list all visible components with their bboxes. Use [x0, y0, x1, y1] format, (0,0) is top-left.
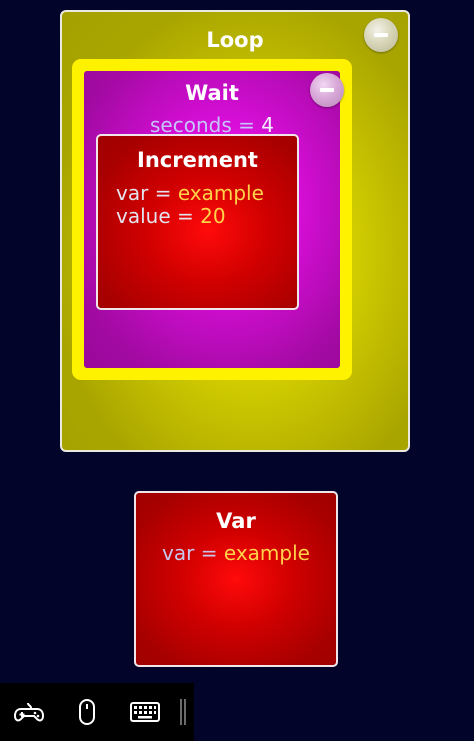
bottom-toolbar: [0, 683, 194, 741]
param-value: example: [177, 181, 264, 205]
wait-block[interactable]: Wait seconds = 4 Increment var = example…: [84, 71, 344, 368]
increment-block[interactable]: Increment var = example value = 20: [96, 134, 299, 310]
gamepad-icon[interactable]: [4, 683, 54, 741]
increment-param-var[interactable]: var = example: [116, 182, 264, 204]
param-value: 20: [200, 204, 226, 228]
var-param-var[interactable]: var = example: [136, 541, 336, 565]
minus-icon: [320, 88, 334, 92]
wait-selection-outline: Wait seconds = 4 Increment var = example…: [72, 59, 352, 380]
increment-title: Increment: [137, 148, 258, 172]
increment-param-value[interactable]: value = 20: [116, 205, 226, 227]
param-value: example: [223, 541, 310, 565]
param-equals: =: [200, 541, 218, 565]
param-equals: =: [177, 204, 194, 228]
param-key: var: [162, 541, 195, 565]
var-title: Var: [216, 509, 256, 533]
canvas: Loop Wait seconds = 4 Increment var = ex…: [0, 0, 474, 741]
var-block[interactable]: Var var = example: [134, 491, 338, 667]
loop-collapse-button[interactable]: [364, 18, 398, 52]
mouse-icon[interactable]: [62, 683, 112, 741]
wait-collapse-button[interactable]: [310, 73, 344, 107]
minus-icon: [374, 33, 388, 37]
param-key: value: [116, 204, 171, 228]
param-equals: =: [154, 181, 172, 205]
loop-title: Loop: [206, 28, 264, 52]
toolbar-divider: [180, 699, 186, 725]
param-key: var: [116, 181, 149, 205]
keyboard-icon[interactable]: [120, 683, 170, 741]
wait-title: Wait: [185, 81, 239, 105]
